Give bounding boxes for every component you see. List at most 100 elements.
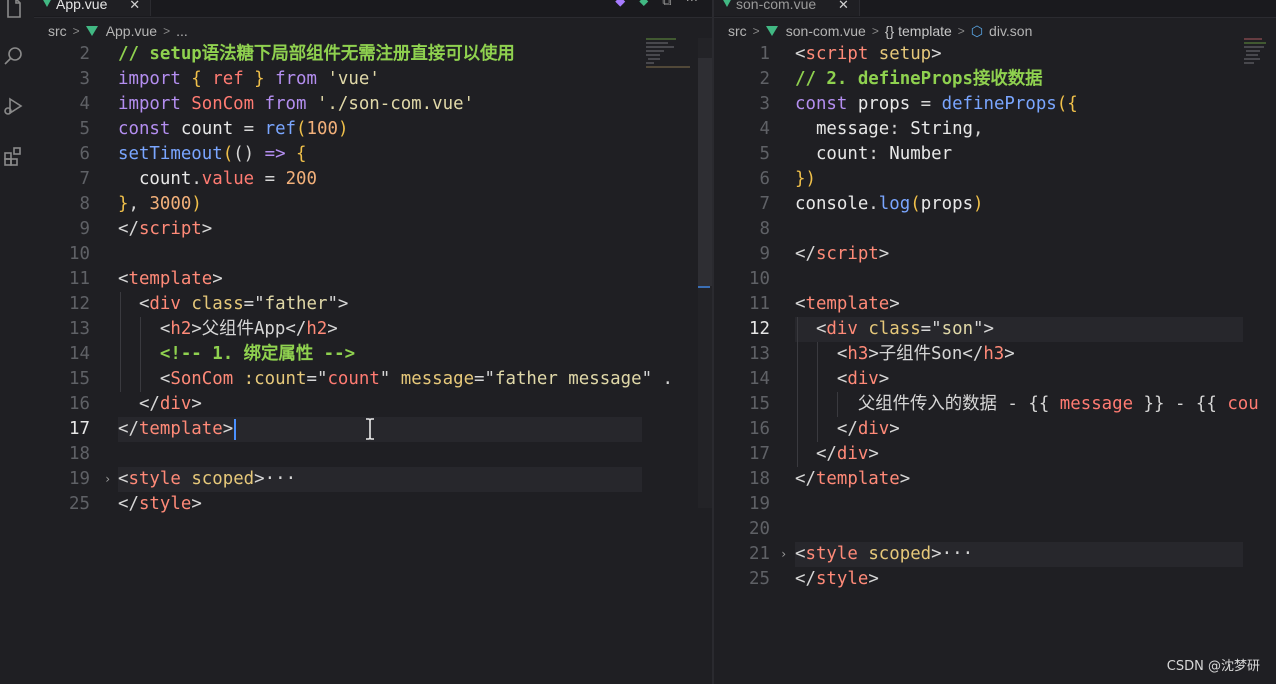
- code-line[interactable]: 21 › <style scoped>···: [714, 542, 1276, 567]
- code-line[interactable]: 12 <div class="father">: [34, 292, 712, 317]
- code-line[interactable]: 25 </style>: [714, 567, 1276, 592]
- code-token: =: [910, 94, 942, 114]
- code-token: 100: [306, 119, 338, 139]
- code-token: {: [191, 69, 213, 89]
- breadcrumb-item-file[interactable]: son-com.vue: [786, 23, 866, 39]
- code-token: <: [118, 294, 150, 314]
- code-token: ">: [973, 319, 994, 339]
- fold-chevron-icon[interactable]: ›: [104, 467, 111, 492]
- code-line[interactable]: 18: [34, 442, 712, 467]
- vue-file-icon: [85, 26, 98, 36]
- code-line[interactable]: 3 const props = defineProps({: [714, 92, 1276, 117]
- code-token: cou: [1227, 394, 1259, 414]
- code-line[interactable]: 2 // 2. defineProps接收数据: [714, 67, 1276, 92]
- close-icon[interactable]: ✕: [129, 0, 140, 12]
- editor-pane-left: App.vue ✕ ◆ ⬥ ⧉ ··· src > App.vue > ... …: [34, 0, 712, 684]
- code-line[interactable]: 9 </script>: [34, 217, 712, 242]
- line-number: 2: [79, 44, 90, 64]
- code-line[interactable]: 17 </div>: [714, 442, 1276, 467]
- code-text: }): [795, 167, 816, 192]
- run-debug-icon[interactable]: [0, 92, 28, 120]
- code-line[interactable]: 3 import { ref } from 'vue': [34, 67, 712, 92]
- scrollbar-cursor-marker: [698, 286, 710, 288]
- scrollbar[interactable]: [698, 38, 712, 508]
- code-line[interactable]: 7 console.log(props): [714, 192, 1276, 217]
- code-line[interactable]: 9 </script>: [714, 242, 1276, 267]
- code-line[interactable]: 15 <SonCom :count="count" message="fathe…: [34, 367, 712, 392]
- code-token: div: [836, 444, 869, 464]
- code-text: console.log(props): [795, 192, 984, 217]
- code-token: >: [899, 469, 911, 489]
- code-line[interactable]: 10: [34, 242, 712, 267]
- code-text: </div>: [795, 417, 900, 442]
- code-line[interactable]: 2 // setup语法糖下局部组件无需注册直接可以使用: [34, 42, 712, 67]
- code-token: father: [264, 294, 328, 314]
- code-editor[interactable]: 1 <script setup> 2// 2. defineProps接收数据 3 co…: [714, 42, 1276, 592]
- code-line[interactable]: 11 <template>: [714, 292, 1276, 317]
- tab-app-vue[interactable]: App.vue ✕: [34, 0, 152, 16]
- line-number: 1: [759, 44, 770, 64]
- more-actions-icon[interactable]: ···: [686, 0, 698, 9]
- code-token: SonCom: [170, 369, 234, 389]
- code-line[interactable]: 6}): [714, 167, 1276, 192]
- breadcrumb-item-file[interactable]: App.vue: [106, 23, 157, 39]
- code-line[interactable]: 13 <h2>父组件App</h2>: [34, 317, 712, 342]
- minimap[interactable]: [646, 38, 698, 78]
- code-line[interactable]: 6 setTimeout(() => {: [34, 142, 712, 167]
- code-token: scoped: [857, 544, 932, 564]
- breadcrumb-item-src[interactable]: src: [728, 23, 747, 39]
- code-line[interactable]: 16 </div>: [34, 392, 712, 417]
- minimap[interactable]: [1244, 38, 1276, 78]
- code-line[interactable]: 25 </style>: [34, 492, 712, 517]
- split-editor-icon[interactable]: ⧉: [662, 0, 671, 9]
- code-line[interactable]: 19 › <style scoped>···: [34, 467, 712, 492]
- close-icon[interactable]: ✕: [838, 0, 849, 12]
- text-caret: [234, 418, 237, 440]
- code-editor[interactable]: 2 // setup语法糖下局部组件无需注册直接可以使用 3 import { ref…: [34, 42, 712, 517]
- search-icon[interactable]: [0, 42, 28, 70]
- code-token: ): [191, 194, 202, 214]
- copilot-icon[interactable]: ◆: [615, 0, 625, 9]
- code-line[interactable]: 10: [714, 267, 1276, 292]
- code-line[interactable]: 19: [714, 492, 1276, 517]
- code-text: setTimeout(() => {: [118, 142, 307, 167]
- code-line[interactable]: 20: [714, 517, 1276, 542]
- code-token: >: [1004, 344, 1015, 364]
- code-line[interactable]: 16 </div>: [714, 417, 1276, 442]
- code-token: String: [910, 119, 974, 139]
- code-line[interactable]: 11 <template>: [34, 267, 712, 292]
- code-line[interactable]: 4 import SonCom from './son-com.vue': [34, 92, 712, 117]
- files-icon[interactable]: [0, 0, 28, 22]
- vue-devtools-icon[interactable]: ⬥: [639, 0, 648, 9]
- extensions-icon[interactable]: [0, 142, 28, 170]
- code-line[interactable]: 18 </template>: [714, 467, 1276, 492]
- fold-chevron-icon[interactable]: ›: [780, 542, 787, 567]
- tab-son-com-vue[interactable]: son-com.vue ✕: [714, 0, 860, 16]
- line-number: 8: [759, 219, 770, 239]
- chevron-right-icon: >: [72, 24, 80, 38]
- code-token: setup: [868, 44, 932, 64]
- breadcrumb-item-div-son[interactable]: div.son: [989, 23, 1032, 39]
- code-token: >: [191, 394, 202, 414]
- code-line[interactable]: 13 <h3>子组件Son</h3>: [714, 342, 1276, 367]
- activity-bar: [0, 0, 34, 684]
- code-line[interactable]: 7 count.value = 200: [34, 167, 712, 192]
- code-token: </: [795, 444, 837, 464]
- code-token: 父组件传入的数据 - {{: [795, 394, 1060, 414]
- code-line[interactable]: 1 <script setup>: [714, 42, 1276, 67]
- code-line[interactable]: 12 <div class="son">: [714, 317, 1276, 342]
- code-line[interactable]: 5 count: Number: [714, 142, 1276, 167]
- code-line[interactable]: 4 message: String,: [714, 117, 1276, 142]
- code-line[interactable]: 14 <!-- 1. 绑定属性 -->: [34, 342, 712, 367]
- scrollbar-thumb[interactable]: [698, 58, 712, 286]
- breadcrumb-item-src[interactable]: src: [48, 23, 67, 39]
- code-line[interactable]: 5 const count = ref(100): [34, 117, 712, 142]
- code-line[interactable]: 14 <div>: [714, 367, 1276, 392]
- code-text: </template>: [795, 467, 910, 492]
- code-line[interactable]: 8}, 3000): [34, 192, 712, 217]
- breadcrumb-item-more[interactable]: ...: [176, 23, 188, 39]
- code-line[interactable]: 15 父组件传入的数据 - {{ message }} - {{ cou: [714, 392, 1276, 417]
- breadcrumb-item-template[interactable]: {} template: [885, 23, 952, 39]
- code-token: script: [805, 44, 869, 64]
- code-line[interactable]: 8: [714, 217, 1276, 242]
